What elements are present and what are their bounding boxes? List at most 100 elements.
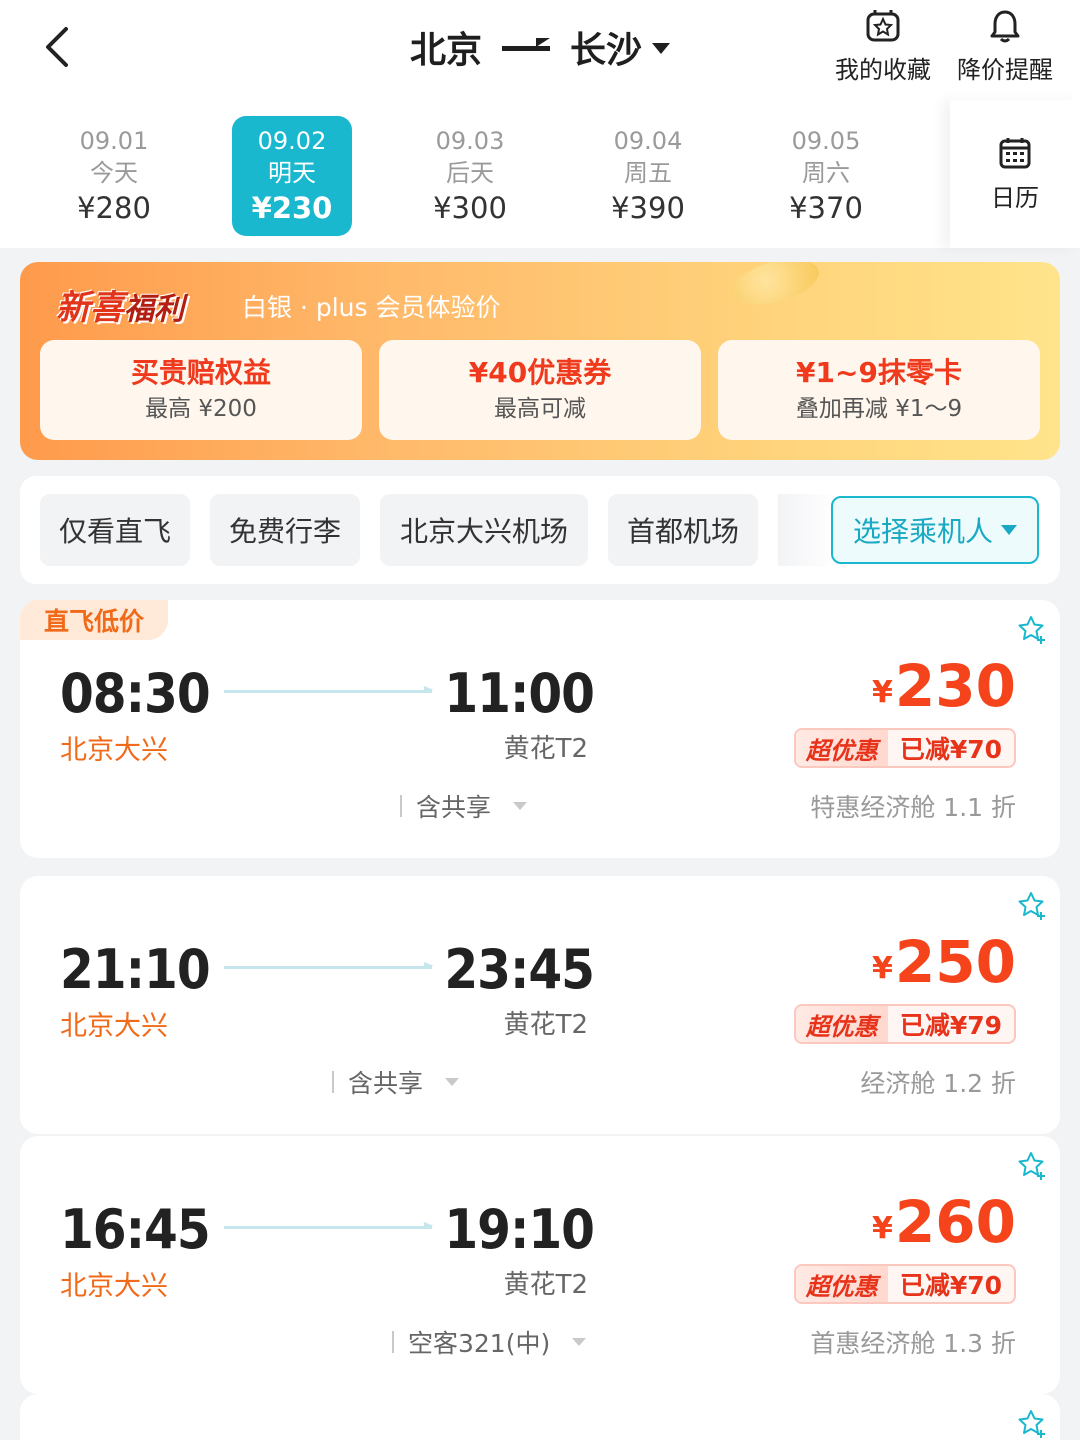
- caret-down-icon: [445, 1078, 460, 1086]
- badge-super-deal: 超优惠: [795, 1006, 888, 1042]
- route-arrow-icon: [502, 37, 550, 57]
- flight-card-partial[interactable]: [20, 1394, 1060, 1440]
- star-plus-icon[interactable]: [1016, 1408, 1048, 1440]
- promo-subtitle: 白银 · plus 会员体验价: [242, 293, 501, 322]
- date-price: ¥280: [77, 191, 151, 225]
- promo-card-coupon[interactable]: ¥40优惠券 最高可减: [379, 340, 701, 440]
- arrival-airport: 黄花T2: [503, 734, 588, 764]
- star-plus-icon[interactable]: [1016, 614, 1048, 646]
- select-passenger-label: 选择乘机人: [852, 515, 993, 548]
- date-price: ¥370: [789, 191, 863, 225]
- cabin-class: 特惠经济舱 1.1 折: [810, 793, 1016, 822]
- badge-super-deal: 超优惠: [795, 730, 888, 766]
- caret-down-icon: [652, 42, 671, 54]
- flight-path-line: [224, 962, 434, 969]
- filter-chip-daxing[interactable]: 北京大兴机场: [380, 494, 588, 566]
- share-info: 含共享: [348, 1069, 424, 1098]
- select-passenger-button[interactable]: 选择乘机人: [831, 496, 1039, 564]
- flight-info-toggle[interactable]: 空客321(中): [392, 1324, 587, 1360]
- coin-decoration: [726, 262, 824, 313]
- departure-airport: 北京大兴: [60, 1011, 168, 1042]
- date-label: 09.02: [257, 127, 327, 155]
- weekday-label: 后天: [446, 159, 494, 187]
- calendar-button[interactable]: 日历: [950, 100, 1080, 248]
- favorites-label: 我的收藏: [835, 56, 931, 84]
- price-alert-button[interactable]: 降价提醒: [950, 8, 1060, 88]
- flight-info-toggle[interactable]: 含共享: [332, 1064, 460, 1100]
- date-item[interactable]: 09.03 后天 ¥300: [410, 116, 530, 236]
- destination-city: 长沙: [570, 30, 643, 71]
- aircraft-type: 空客321(中): [408, 1329, 551, 1358]
- flight-path-line: [224, 1222, 434, 1229]
- origin-city: 北京: [409, 30, 482, 71]
- star-plus-icon[interactable]: [1016, 890, 1048, 922]
- flight-info-toggle[interactable]: 含共享: [400, 788, 528, 824]
- promo-banner[interactable]: 新喜福利 白银 · plus 会员体验价 买贵赔权益 最高 ¥200 ¥40优惠…: [20, 262, 1060, 460]
- divider: [400, 795, 402, 817]
- promo-card-sub: 最高 ¥200: [145, 396, 257, 422]
- date-price: ¥230: [251, 191, 333, 225]
- promo-card-sub: 最高可减: [494, 396, 586, 422]
- arrival-time: 23:45: [444, 938, 595, 1001]
- cabin-class: 经济舱 1.2 折: [860, 1069, 1016, 1098]
- weekday-label: 明天: [268, 159, 316, 187]
- departure-airport: 北京大兴: [60, 1271, 168, 1302]
- promo-card-title: 买贵赔权益: [130, 356, 271, 389]
- direct-low-price-tag: 直飞低价: [20, 600, 168, 640]
- arrival-airport: 黄花T2: [503, 1270, 588, 1300]
- promo-card-title: ¥1~9抹零卡: [796, 356, 962, 389]
- date-label: 09.01: [79, 127, 149, 155]
- price-value: 230: [894, 652, 1016, 720]
- date-price: ¥390: [611, 191, 685, 225]
- price-value: 260: [894, 1188, 1016, 1256]
- currency-symbol: ¥: [872, 675, 893, 710]
- flight-card[interactable]: 16:45 19:10 北京大兴 黄花T2 空客321(中) ¥ 260 超优惠…: [20, 1136, 1060, 1394]
- arrival-airport: 黄花T2: [503, 1010, 588, 1040]
- cabin-class: 首惠经济舱 1.3 折: [810, 1329, 1016, 1358]
- caret-down-icon: [1001, 525, 1017, 535]
- weekday-label: 周五: [624, 159, 672, 187]
- price-alert-label: 降价提醒: [957, 56, 1053, 84]
- date-label: 09.04: [613, 127, 683, 155]
- promo-card-rounding[interactable]: ¥1~9抹零卡 叠加再减 ¥1～9: [718, 340, 1040, 440]
- date-item-selected[interactable]: 09.02 明天 ¥230: [232, 116, 352, 236]
- share-info: 含共享: [416, 793, 492, 822]
- flight-price: ¥ 230: [872, 654, 1016, 718]
- badge-discount-amount: 已减¥70: [899, 735, 1002, 764]
- date-label: 09.05: [791, 127, 861, 155]
- divider: [392, 1331, 394, 1353]
- promo-title: 新喜福利: [56, 280, 184, 329]
- date-item[interactable]: 09.05 周六 ¥370: [766, 116, 886, 236]
- arrival-time: 19:10: [444, 1198, 595, 1261]
- arrival-time: 11:00: [444, 662, 595, 725]
- filter-bar: 仅看直飞 免费行李 北京大兴机场 首都机场 选择乘机人: [20, 476, 1060, 584]
- promo-title-part2: 福利: [124, 292, 184, 327]
- flight-price: ¥ 250: [872, 930, 1016, 994]
- currency-symbol: ¥: [872, 1211, 893, 1246]
- price-value: 250: [894, 928, 1016, 996]
- discount-badge: 超优惠 已减¥70: [793, 728, 1016, 768]
- flight-path-line: [224, 686, 434, 693]
- promo-card-price-protection[interactable]: 买贵赔权益 最高 ¥200: [40, 340, 362, 440]
- promo-title-part1: 新喜: [56, 288, 124, 328]
- calendar-label: 日历: [991, 183, 1039, 212]
- flight-card[interactable]: 直飞低价 08:30 11:00 北京大兴 黄花T2 含共享 ¥ 230 超优惠…: [20, 600, 1060, 858]
- flight-card[interactable]: 21:10 23:45 北京大兴 黄花T2 含共享 ¥ 250 超优惠 已减¥7…: [20, 876, 1060, 1134]
- discount-badge: 超优惠 已减¥70: [793, 1264, 1016, 1304]
- promo-card-sub: 叠加再减 ¥1～9: [795, 396, 963, 422]
- filter-chip-free-baggage[interactable]: 免费行李: [210, 494, 360, 566]
- caret-down-icon: [513, 802, 528, 810]
- badge-discount-amount: 已减¥79: [899, 1011, 1002, 1040]
- favorites-button[interactable]: 我的收藏: [828, 8, 938, 88]
- currency-symbol: ¥: [872, 951, 893, 986]
- filter-chip-direct[interactable]: 仅看直飞: [40, 494, 190, 566]
- promo-card-title: ¥40优惠券: [468, 356, 612, 389]
- weekday-label: 周六: [802, 159, 850, 187]
- badge-discount-amount: 已减¥70: [899, 1271, 1002, 1300]
- star-plus-icon[interactable]: [1016, 1150, 1048, 1182]
- filter-chip-capital[interactable]: 首都机场: [608, 494, 758, 566]
- date-item[interactable]: 09.04 周五 ¥390: [588, 116, 708, 236]
- date-item[interactable]: 09.01 今天 ¥280: [54, 116, 174, 236]
- date-strip: 09.01 今天 ¥280 09.02 明天 ¥230 09.03 后天 ¥30…: [0, 100, 1080, 248]
- calendar-icon: [999, 137, 1031, 168]
